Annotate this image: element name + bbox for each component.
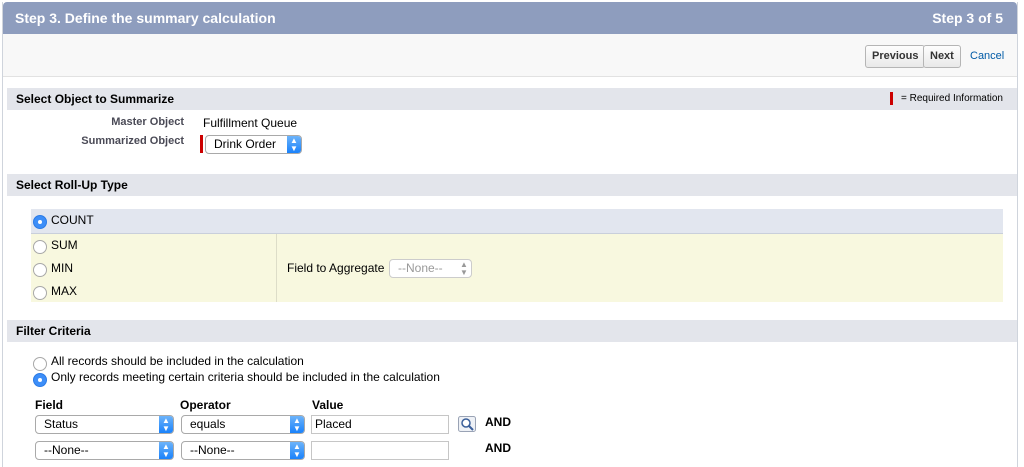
button-toolbar: Previous Next Cancel [3,34,1017,77]
required-marker-icon [200,135,203,153]
step-indicator: Step 3 of 5 [932,10,1003,26]
master-object-value: Fulfillment Queue [203,116,298,130]
column-header-value: Value [312,398,344,412]
lookup-icon[interactable] [458,416,476,432]
radio-min[interactable] [33,263,47,277]
page-title: Step 3. Define the summary calculation [15,10,276,26]
filter-value-input[interactable] [311,441,449,460]
rollup-options-box [31,234,1003,302]
next-button[interactable]: Next [923,45,961,68]
rollup-count-row [31,209,1003,234]
master-object-label: Master Object [111,116,184,128]
previous-button[interactable]: Previous [865,45,926,68]
filter-option-all: All records should be included in the ca… [51,354,304,368]
radio-max[interactable] [33,286,47,300]
filter-field-select[interactable]: Status ▲ ▼ [35,415,174,434]
section-header-object: Select Object to Summarize = Required In… [7,88,1017,110]
filter-field-select[interactable]: --None-- ▲ ▼ [35,441,174,460]
cancel-link[interactable]: Cancel [970,50,1004,62]
section-title-object: Select Object to Summarize [16,92,175,106]
select-chevron-icon: ▲ ▼ [460,260,468,277]
filter-operator-value: equals [190,417,226,431]
conjunction-label: AND [485,415,511,429]
radio-some-records[interactable] [33,373,47,387]
summarized-object-select[interactable]: Drink Order ▲ ▼ [205,135,302,154]
wizard-header: Step 3. Define the summary calculation S… [3,2,1017,34]
required-legend: = Required Information [889,92,1003,105]
field-to-aggregate-value: --None-- [398,261,443,275]
summarized-object-label: Summarized Object [81,135,184,147]
filter-field-value: --None-- [44,443,89,457]
field-to-aggregate-label: Field to Aggregate [287,261,385,275]
rollup-option-max: MAX [51,284,78,298]
select-chevron-icon: ▲ ▼ [159,442,173,459]
summarized-object-value: Drink Order [214,137,277,151]
select-chevron-icon: ▲ ▼ [290,416,304,433]
radio-all-records[interactable] [33,357,47,371]
rollup-option-count: COUNT [51,213,94,227]
select-chevron-icon: ▲ ▼ [290,442,304,459]
section-title-rollup: Select Roll-Up Type [16,178,128,192]
radio-sum[interactable] [33,240,47,254]
wizard-panel: Step 3. Define the summary calculation S… [2,2,1018,467]
column-header-operator: Operator [180,398,231,412]
required-legend-text: = Required Information [900,93,1003,105]
required-marker-icon [889,92,893,105]
rollup-divider [276,234,277,302]
section-title-filter: Filter Criteria [16,324,91,338]
filter-option-some: Only records meeting certain criteria sh… [51,370,440,384]
conjunction-label: AND [485,441,511,455]
column-header-field: Field [35,398,64,412]
section-header-rollup: Select Roll-Up Type [7,174,1017,196]
section-header-filter: Filter Criteria [7,320,1017,342]
select-chevron-icon: ▲ ▼ [287,136,301,153]
filter-value-input[interactable]: Placed [311,415,449,434]
filter-operator-select[interactable]: --None-- ▲ ▼ [181,441,305,460]
rollup-option-sum: SUM [51,238,78,252]
rollup-option-min: MIN [51,261,73,275]
filter-field-value: Status [44,417,79,431]
field-to-aggregate-select[interactable]: --None-- ▲ ▼ [389,259,472,278]
filter-operator-value: --None-- [190,443,235,457]
select-chevron-icon: ▲ ▼ [159,416,173,433]
radio-count[interactable] [33,215,47,229]
filter-operator-select[interactable]: equals ▲ ▼ [181,415,305,434]
